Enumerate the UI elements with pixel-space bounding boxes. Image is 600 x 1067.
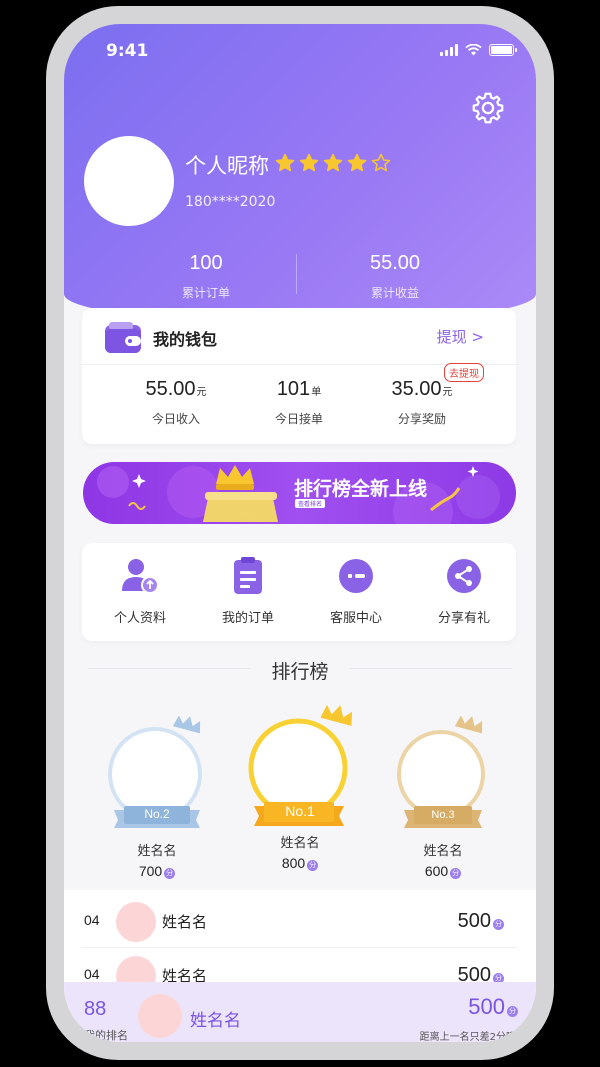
wallet-value: 101 bbox=[276, 378, 311, 400]
star-filled-icon bbox=[347, 153, 367, 172]
wallet-value: 55.00 bbox=[145, 378, 196, 400]
list-rank: 04 bbox=[84, 912, 100, 928]
stat-label: 累计收益 bbox=[370, 286, 419, 300]
star-filled-icon bbox=[275, 153, 295, 172]
stat-value: 55.00 bbox=[369, 252, 421, 274]
settings-gear-icon[interactable] bbox=[470, 90, 506, 126]
podium-score: 800 分 bbox=[244, 855, 356, 871]
list-rank: 04 bbox=[84, 966, 100, 982]
user-profile-icon bbox=[122, 559, 159, 594]
coin-icon: 分 bbox=[164, 868, 176, 879]
avatar bbox=[116, 902, 156, 942]
leaderboard-banner[interactable]: TOP 排行榜全新上线 查看排名 bbox=[83, 462, 516, 524]
battery-icon bbox=[489, 44, 517, 56]
podium-place: No.2 bbox=[144, 807, 170, 821]
share-icon bbox=[447, 559, 481, 593]
menu-profile[interactable]: 个人资料 bbox=[86, 557, 194, 626]
wallet-unit: 元 bbox=[442, 387, 453, 398]
my-rank-label: 我的排名 bbox=[84, 1029, 128, 1042]
leaderboard-title: 排行榜 bbox=[271, 661, 329, 683]
podium-score-value: 800 bbox=[281, 855, 306, 871]
stat-label: 累计订单 bbox=[181, 286, 230, 300]
wallet-unit: 单 bbox=[311, 387, 322, 398]
podium-score: 600 分 bbox=[390, 863, 496, 879]
stat-total-earnings[interactable]: 55.00 累计收益 bbox=[305, 252, 485, 301]
stat-value: 100 bbox=[189, 252, 223, 274]
podium-score-value: 700 bbox=[138, 863, 163, 879]
rating-stars bbox=[275, 153, 391, 173]
banner-text: 排行榜全新上线 bbox=[294, 478, 428, 500]
menu-label: 分享有礼 bbox=[437, 611, 490, 626]
withdraw-badge[interactable]: 去提现 bbox=[444, 363, 484, 382]
status-time: 9:41 bbox=[106, 41, 149, 61]
wallet-today-orders: 101单 今日接单 bbox=[229, 378, 369, 427]
my-rank-gap-text: 距离上一名只差2分哦 bbox=[419, 1032, 516, 1042]
status-bar: 9:41 bbox=[64, 24, 536, 80]
podium-name: 姓名名 bbox=[137, 844, 177, 859]
list-item[interactable]: 04 姓名名 500 分 bbox=[82, 896, 516, 948]
podium-name: 姓名名 bbox=[280, 836, 320, 851]
star-filled-icon bbox=[299, 153, 319, 172]
my-rank-name: 姓名名 bbox=[190, 1011, 241, 1031]
withdraw-link[interactable]: 提现 > bbox=[437, 326, 484, 347]
list-name: 姓名名 bbox=[162, 913, 208, 931]
app-screen: 9:41 个人昵称 180****2020 100 累计订单 55.00 累计收… bbox=[64, 24, 536, 1042]
nickname: 个人昵称 bbox=[185, 154, 269, 178]
wallet-label: 今日收入 bbox=[151, 412, 200, 426]
coin-icon: 分 bbox=[307, 860, 319, 871]
my-rank-score-value: 500 bbox=[468, 994, 505, 1019]
wallet-share-reward: 35.00元 分享奖励 bbox=[352, 378, 492, 427]
divider bbox=[82, 947, 516, 948]
menu-my-orders[interactable]: 我的订单 bbox=[194, 557, 302, 626]
avatar[interactable] bbox=[84, 136, 174, 226]
star-outline-icon bbox=[371, 153, 391, 172]
menu-label: 客服中心 bbox=[329, 611, 382, 626]
podium-third[interactable]: No.3 姓名名 600 分 bbox=[390, 715, 496, 879]
menu-label: 个人资料 bbox=[113, 611, 166, 626]
list-score: 500 分 bbox=[458, 910, 504, 933]
podium-place: No.3 bbox=[431, 809, 455, 821]
my-rank-number: 88 bbox=[84, 998, 107, 1020]
wifi-icon bbox=[465, 44, 482, 56]
wallet-unit: 元 bbox=[196, 387, 207, 398]
stat-divider bbox=[296, 254, 297, 294]
chat-bubble-icon bbox=[339, 559, 373, 593]
menu-share-gift[interactable]: 分享有礼 bbox=[410, 557, 518, 626]
my-rank-bar[interactable]: 88 我的排名 姓名名 500 分 距离上一名只差2分哦 bbox=[64, 982, 536, 1042]
signal-icon bbox=[440, 44, 458, 56]
banner-top-label: TOP bbox=[240, 509, 261, 520]
coin-icon: 分 bbox=[450, 868, 462, 879]
wallet-label: 分享奖励 bbox=[397, 412, 446, 426]
wallet-label: 今日接单 bbox=[274, 412, 323, 426]
menu-card: 个人资料 我的订单 客服中心 分享有礼 bbox=[82, 543, 516, 641]
coin-icon: 分 bbox=[507, 1006, 518, 1017]
menu-label: 我的订单 bbox=[221, 611, 274, 626]
status-icons bbox=[440, 44, 517, 56]
list-score-value: 500 bbox=[457, 910, 491, 932]
stat-total-orders[interactable]: 100 累计订单 bbox=[116, 252, 296, 301]
phone-number: 180****2020 bbox=[185, 194, 276, 210]
podium-score: 700 分 bbox=[104, 863, 210, 879]
wallet-value: 35.00 bbox=[391, 378, 442, 400]
wallet-icon bbox=[105, 322, 141, 353]
podium-place: No.1 bbox=[285, 803, 315, 819]
podium-first[interactable]: No.1 姓名名 800 分 bbox=[244, 702, 356, 871]
podium-second[interactable]: No.2 姓名名 700 分 bbox=[104, 715, 210, 879]
podium-score-value: 600 bbox=[424, 863, 449, 879]
coin-icon: 分 bbox=[493, 919, 504, 930]
podium-name: 姓名名 bbox=[423, 844, 463, 859]
avatar bbox=[138, 994, 182, 1038]
star-filled-icon bbox=[323, 153, 343, 172]
wallet-title: 我的钱包 bbox=[153, 330, 218, 349]
banner-tag: 查看排名 bbox=[295, 499, 326, 508]
clipboard-icon bbox=[234, 557, 262, 594]
wallet-today-income: 55.00元 今日收入 bbox=[106, 378, 246, 427]
menu-customer-service[interactable]: 客服中心 bbox=[302, 557, 410, 626]
my-rank-score: 500 分 bbox=[468, 994, 518, 1020]
